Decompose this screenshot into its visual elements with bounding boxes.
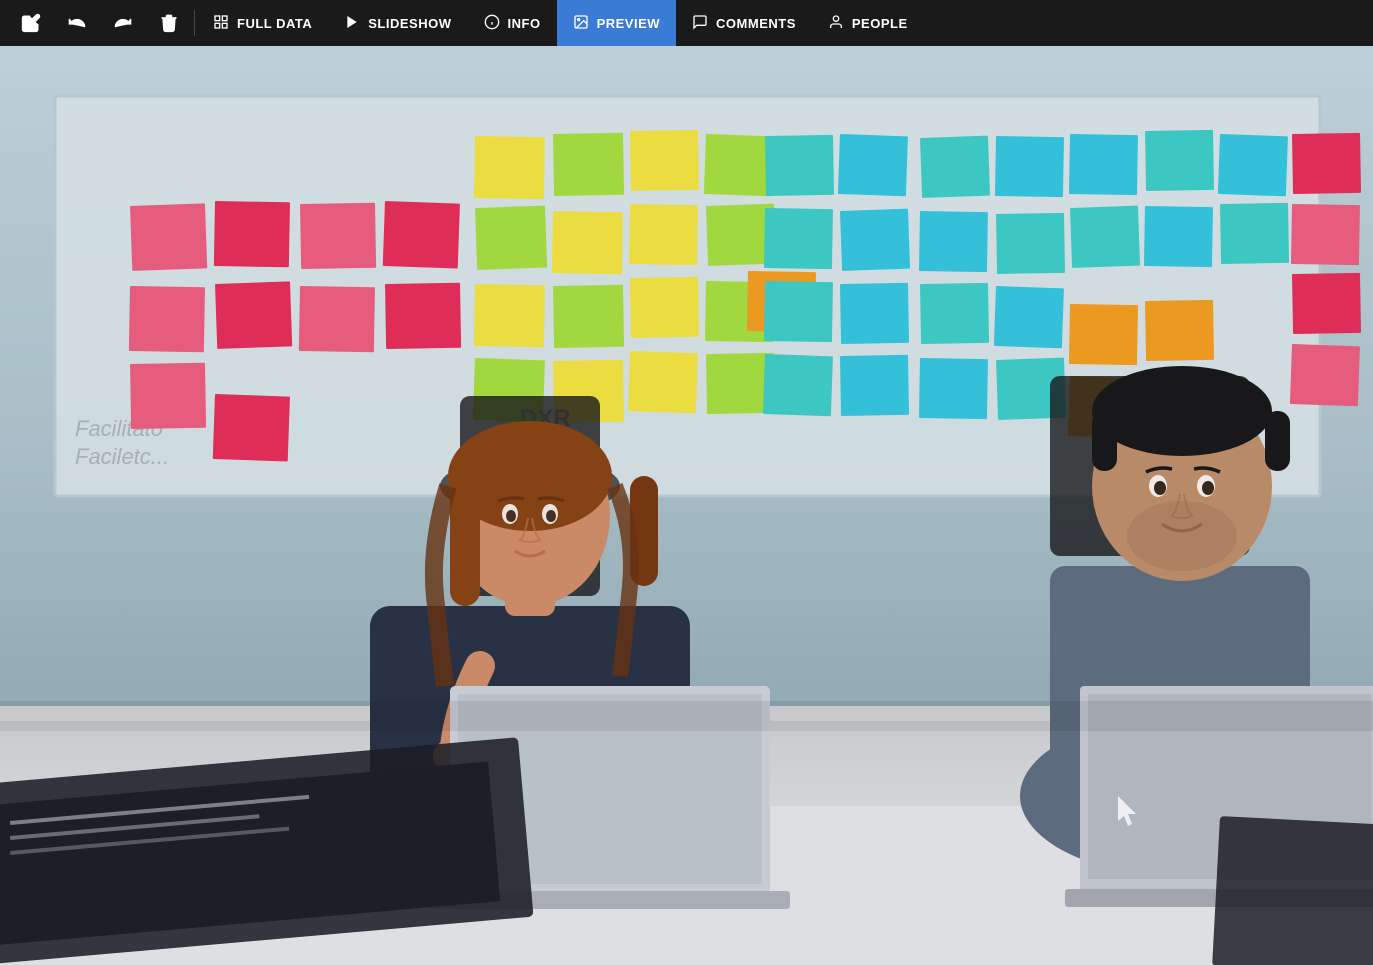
scene-svg: Facilitato Faciletc...	[0, 46, 1373, 965]
people-button[interactable]: PEOPLE	[812, 0, 924, 46]
comments-button[interactable]: COMMENTS	[676, 0, 812, 46]
preview-label: PREVIEW	[597, 16, 660, 31]
slideshow-button[interactable]: SLIDESHOW	[328, 0, 467, 46]
delete-button[interactable]	[146, 0, 192, 46]
info-icon	[484, 14, 500, 33]
comments-icon	[692, 14, 708, 33]
slideshow-label: SLIDESHOW	[368, 16, 451, 31]
undo-button[interactable]	[54, 0, 100, 46]
slideshow-icon	[344, 14, 360, 33]
info-button[interactable]: INFO	[468, 0, 557, 46]
full-data-icon	[213, 14, 229, 33]
redo-button[interactable]	[100, 0, 146, 46]
preview-icon	[573, 14, 589, 33]
photo-preview: Facilitato Faciletc...	[0, 46, 1373, 965]
toolbar: FULL DATA SLIDESHOW INFO PREVIEW	[0, 0, 1373, 46]
info-label: INFO	[508, 16, 541, 31]
preview-button[interactable]: PREVIEW	[557, 0, 676, 46]
full-data-label: FULL DATA	[237, 16, 312, 31]
people-label: PEOPLE	[852, 16, 908, 31]
comments-label: COMMENTS	[716, 16, 796, 31]
people-icon	[828, 14, 844, 33]
full-data-button[interactable]: FULL DATA	[197, 0, 328, 46]
toolbar-divider	[194, 10, 195, 36]
edit-button[interactable]	[8, 0, 54, 46]
